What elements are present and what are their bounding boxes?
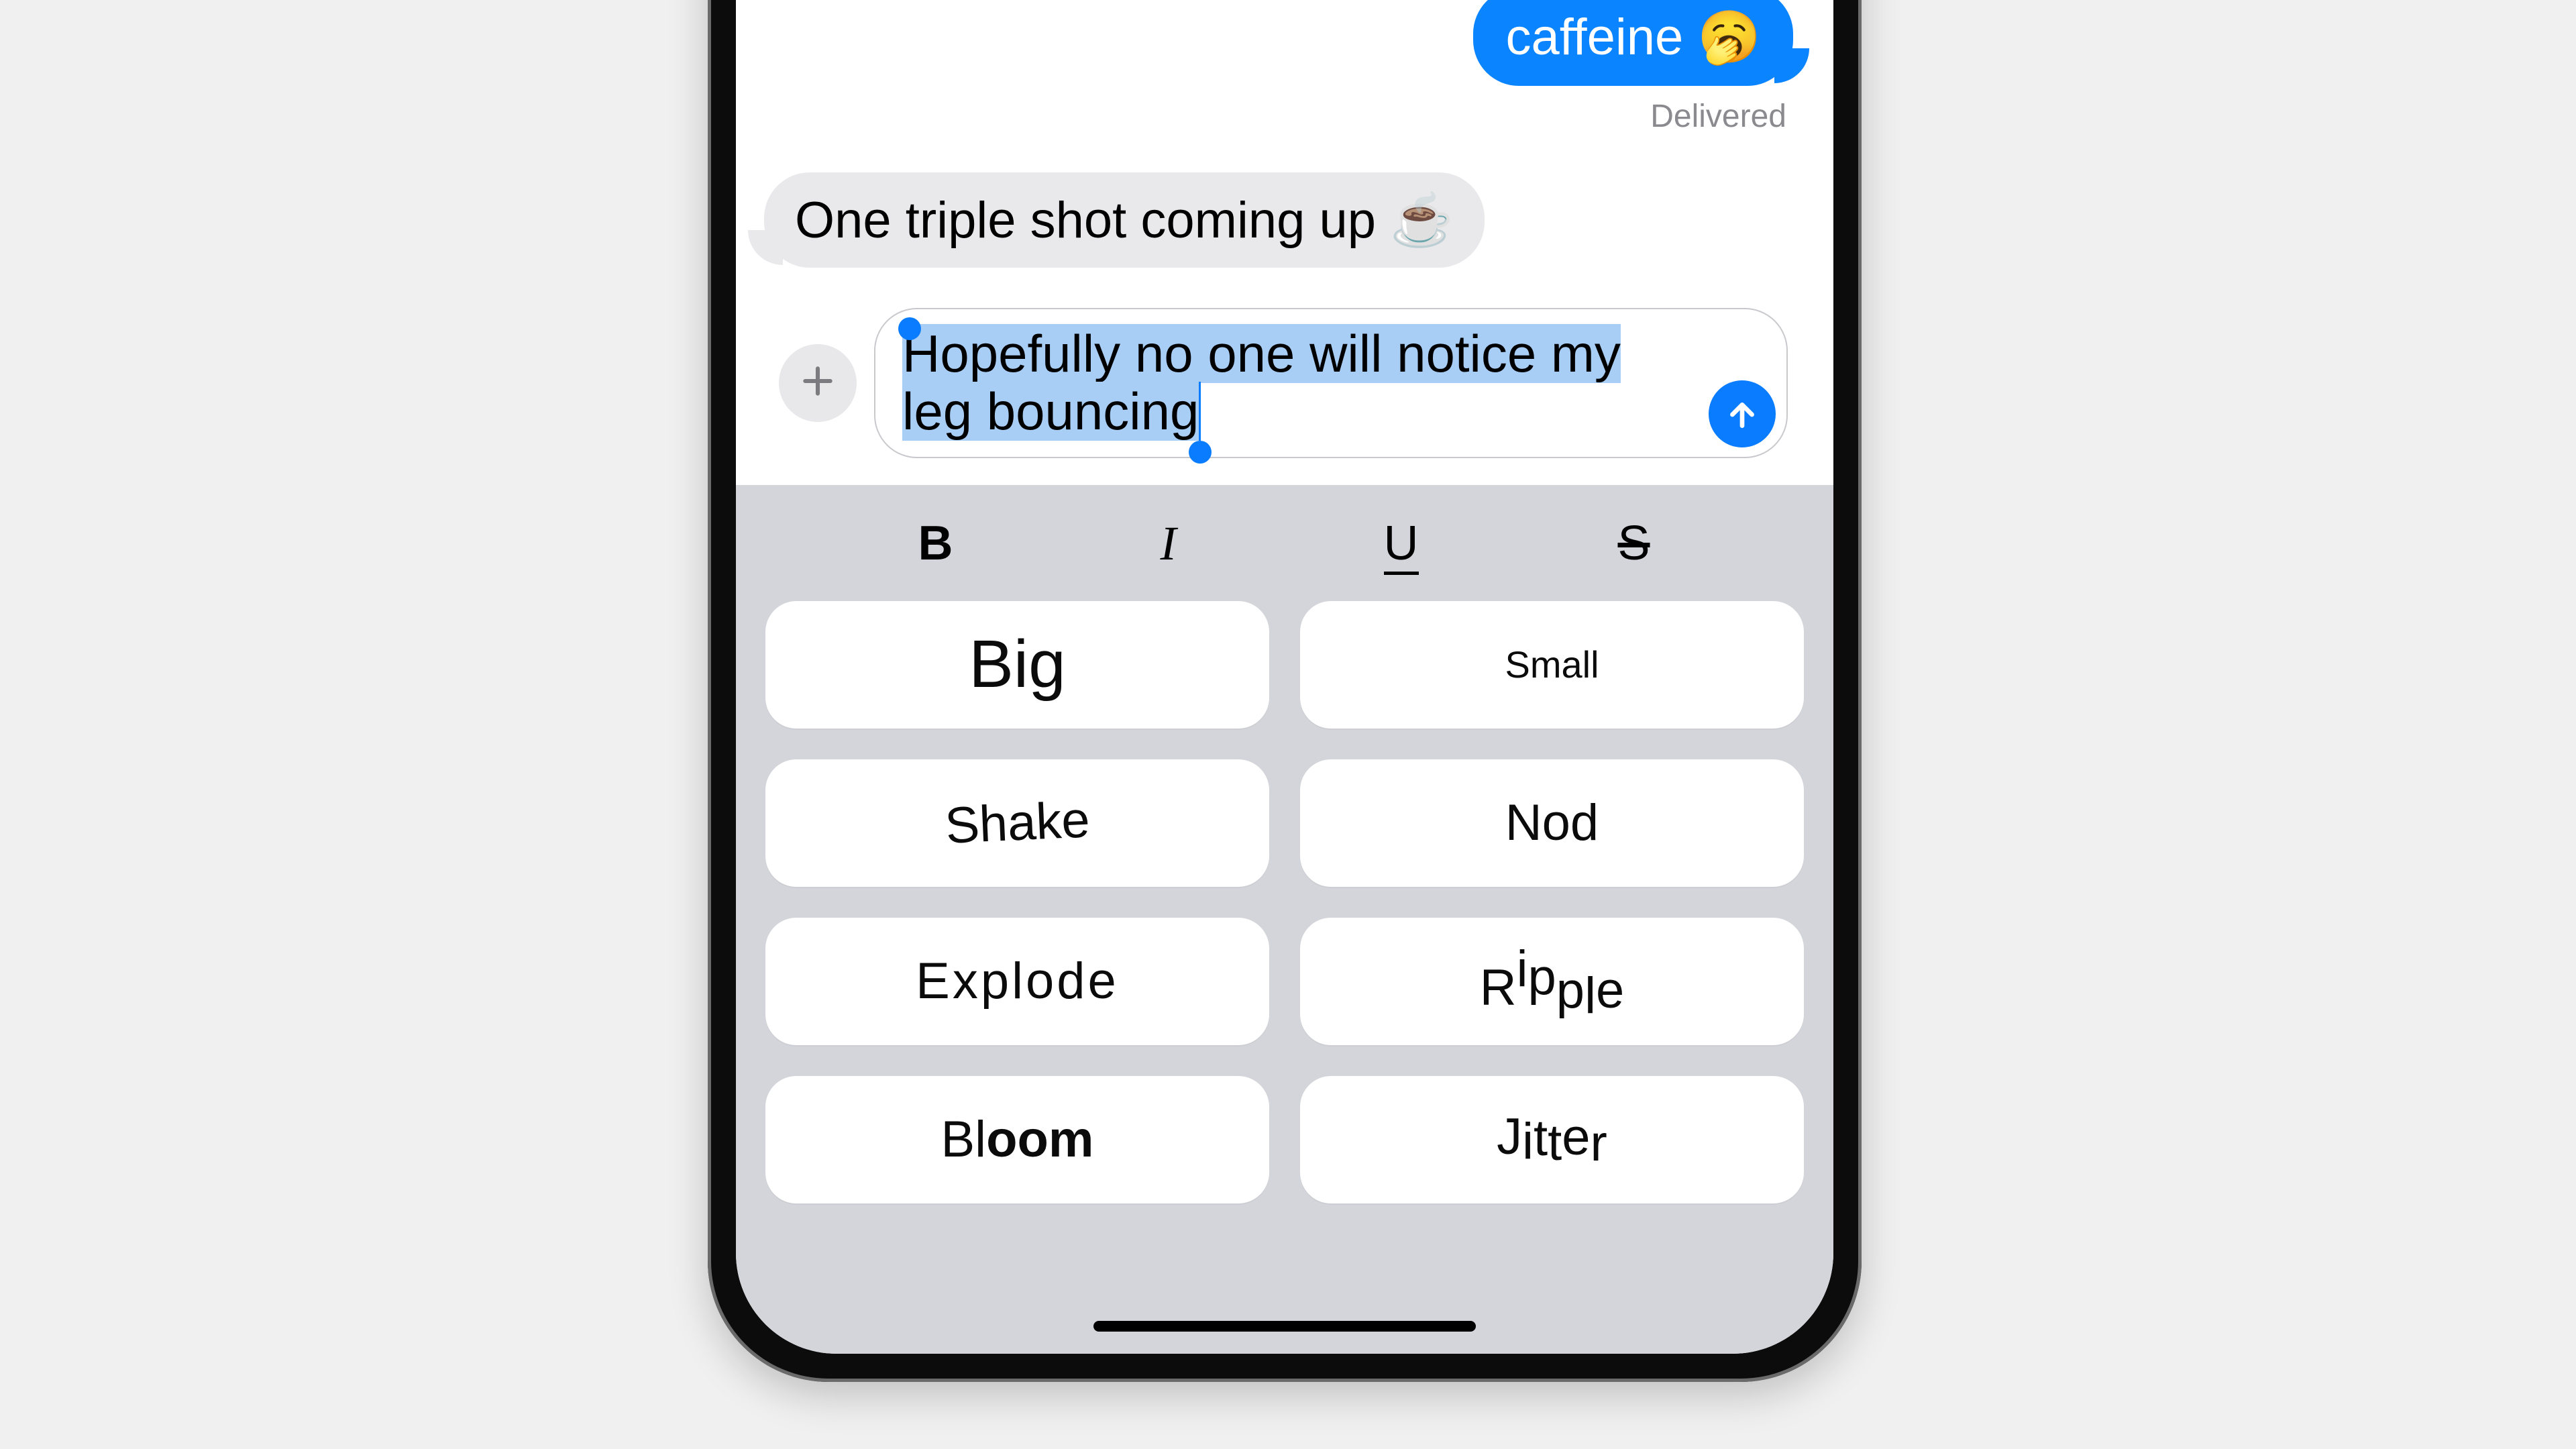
compose-row: Hopefully no one will notice my leg boun… [749, 268, 1820, 485]
conversation-area: caffeine 🥱 Delivered One triple shot com… [736, 0, 1833, 485]
format-style-row: B I U S [765, 505, 1804, 601]
effect-shake[interactable]: Shake [765, 759, 1269, 887]
delivered-status: Delivered [749, 98, 1786, 135]
received-message-text: One triple shot coming up ☕ [795, 192, 1454, 249]
message-compose-field[interactable]: Hopefully no one will notice my leg boun… [874, 308, 1788, 458]
underline-button[interactable]: U [1361, 516, 1442, 572]
bold-button[interactable]: B [896, 516, 976, 572]
home-indicator[interactable] [1093, 1321, 1476, 1332]
phone-screen: caffeine 🥱 Delivered One triple shot com… [736, 0, 1833, 1354]
bubble-tail-icon [1774, 48, 1809, 83]
text-effects-grid: Big Small Shake Nod Explode Ripple Bloom… [765, 601, 1804, 1203]
effect-jitter[interactable]: Jitter [1300, 1076, 1804, 1203]
text-effects-panel: B I U S Big Small Shake Nod Explode Ripp… [736, 485, 1833, 1354]
arrow-up-icon [1725, 385, 1759, 443]
italic-button[interactable]: I [1128, 516, 1209, 572]
selection-end-handle-icon[interactable] [1189, 441, 1212, 464]
selection-start-handle-icon[interactable] [898, 317, 921, 340]
add-attachment-button[interactable] [779, 344, 857, 422]
effect-small[interactable]: Small [1300, 601, 1804, 729]
effect-nod[interactable]: Nod [1300, 759, 1804, 887]
plus-icon [799, 362, 837, 403]
sent-message-text: caffeine 🥱 [1505, 9, 1761, 66]
effect-explode[interactable]: Explode [765, 918, 1269, 1045]
effect-big[interactable]: Big [765, 601, 1269, 729]
phone-frame: caffeine 🥱 Delivered One triple shot com… [708, 0, 1862, 1382]
received-message-bubble[interactable]: One triple shot coming up ☕ [764, 172, 1485, 268]
send-button[interactable] [1709, 380, 1776, 447]
sent-message-bubble[interactable]: caffeine 🥱 [1473, 0, 1793, 86]
bubble-tail-icon [748, 230, 783, 265]
compose-selected-word: bouncing [987, 382, 1201, 441]
effect-bloom[interactable]: Bloom [765, 1076, 1269, 1203]
strikethrough-button[interactable]: S [1594, 516, 1674, 572]
effect-ripple[interactable]: Ripple [1300, 918, 1804, 1045]
